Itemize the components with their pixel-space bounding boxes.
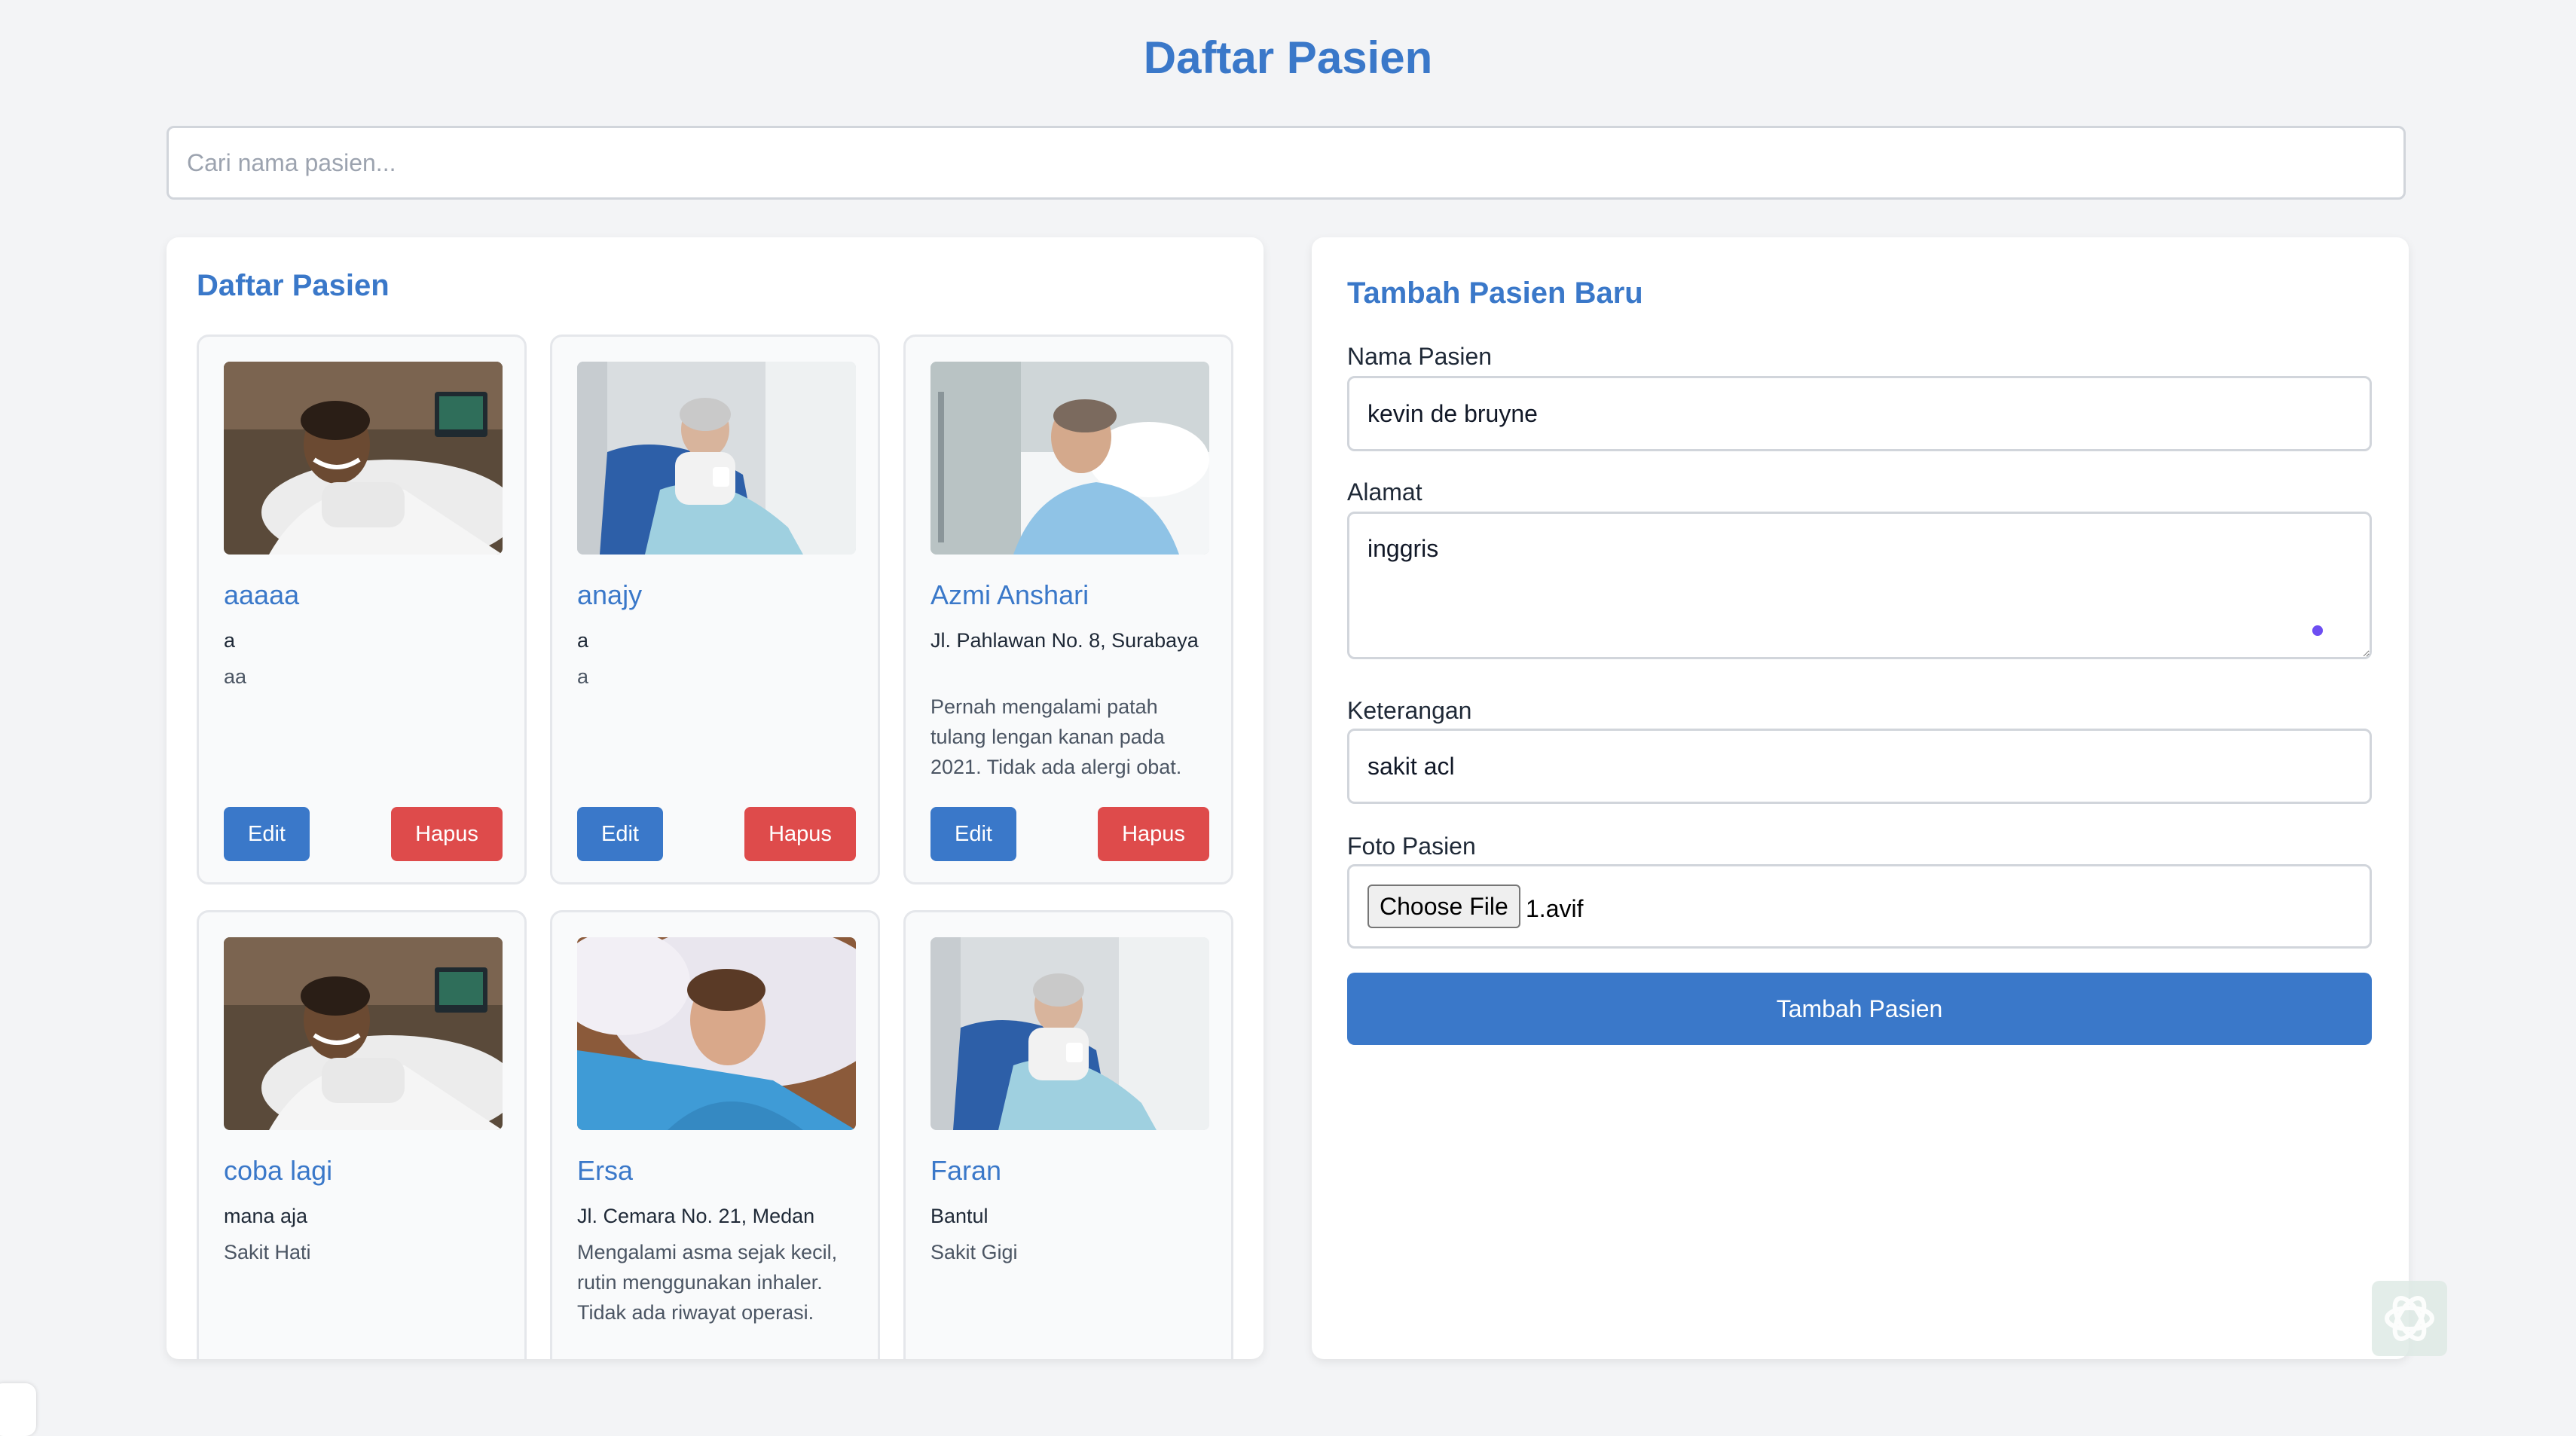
patient-card: Faran Bantul Sakit Gigi Edit Hapus (903, 910, 1233, 1359)
patient-name: Faran (930, 1155, 1002, 1186)
patient-name: aaaaa (224, 579, 300, 610)
patient-name: Ersa (577, 1155, 634, 1186)
patient-card: aaaaa a aa Edit Hapus (197, 335, 527, 885)
add-patient-title: Tambah Pasien Baru (1347, 277, 1643, 310)
address-label: Alamat (1347, 478, 1422, 506)
page-title: Daftar Pasien (1143, 32, 1433, 83)
patient-name: Azmi Anshari (930, 579, 1089, 610)
patient-card: anajy a a Edit Hapus (550, 335, 880, 885)
patient-list-title: Daftar Pasien (197, 269, 390, 302)
patient-notes: Pernah mengalami patah tulang lengan kan… (930, 695, 1182, 778)
patient-photo (577, 937, 856, 1130)
search-input[interactable] (167, 126, 2406, 200)
photo-file-input[interactable]: Choose File 1.avif (1347, 864, 2372, 949)
patient-notes: Sakit Gigi (930, 1241, 1018, 1263)
patient-photo (224, 362, 503, 555)
patient-address: Jl. Pahlawan No. 8, Surabaya (930, 629, 1199, 652)
patient-address: a (577, 629, 589, 652)
patient-photo (930, 362, 1209, 555)
edit-button[interactable]: Edit (224, 807, 310, 861)
patient-address: Jl. Cemara No. 21, Medan (577, 1205, 815, 1227)
patient-card: coba lagi mana aja Sakit Hati Edit Hapus (197, 910, 527, 1359)
patient-photo (224, 937, 503, 1130)
edit-button[interactable]: Edit (930, 807, 1016, 861)
name-label: Nama Pasien (1347, 343, 1493, 370)
patient-notes: Mengalami asma sejak kecil, rutin menggu… (577, 1241, 838, 1324)
choose-file-button[interactable]: Choose File (1367, 885, 1520, 928)
patient-list-panel: Daftar Pasien aaaaa a aa Edit Hapus anaj… (167, 237, 1264, 1359)
patient-address: mana aja (224, 1205, 308, 1227)
assistant-widget-icon[interactable] (2372, 1281, 2447, 1356)
patient-name: anajy (577, 579, 643, 610)
add-patient-panel: Tambah Pasien Baru Nama Pasien Alamat in… (1312, 237, 2409, 1359)
patient-address: a (224, 629, 236, 652)
patient-name-field[interactable] (1347, 376, 2372, 451)
delete-button[interactable]: Hapus (744, 807, 856, 861)
delete-button[interactable]: Hapus (391, 807, 503, 861)
patient-name: coba lagi (224, 1155, 333, 1186)
edit-button[interactable]: Edit (577, 807, 663, 861)
add-patient-button[interactable]: Tambah Pasien (1347, 973, 2372, 1045)
selected-file-name: 1.avif (1526, 895, 1584, 922)
patient-notes-field[interactable] (1347, 729, 2372, 804)
patient-address-field[interactable]: inggris (1347, 512, 2372, 659)
patient-notes: aa (224, 665, 247, 688)
patient-photo (577, 362, 856, 555)
delete-button[interactable]: Hapus (1098, 807, 1209, 861)
patient-notes: a (577, 665, 589, 688)
photo-label: Foto Pasien (1347, 833, 1476, 860)
patient-card: Azmi Anshari Jl. Pahlawan No. 8, Surabay… (903, 335, 1233, 885)
patient-photo (930, 937, 1209, 1130)
patient-notes: Sakit Hati (224, 1241, 311, 1263)
side-panel-tab[interactable] (0, 1383, 36, 1436)
notes-label: Keterangan (1347, 697, 1472, 724)
resize-handle-icon[interactable] (2312, 625, 2323, 636)
patient-address: Bantul (930, 1205, 989, 1227)
patient-card: Ersa Jl. Cemara No. 21, Medan Mengalami … (550, 910, 880, 1359)
